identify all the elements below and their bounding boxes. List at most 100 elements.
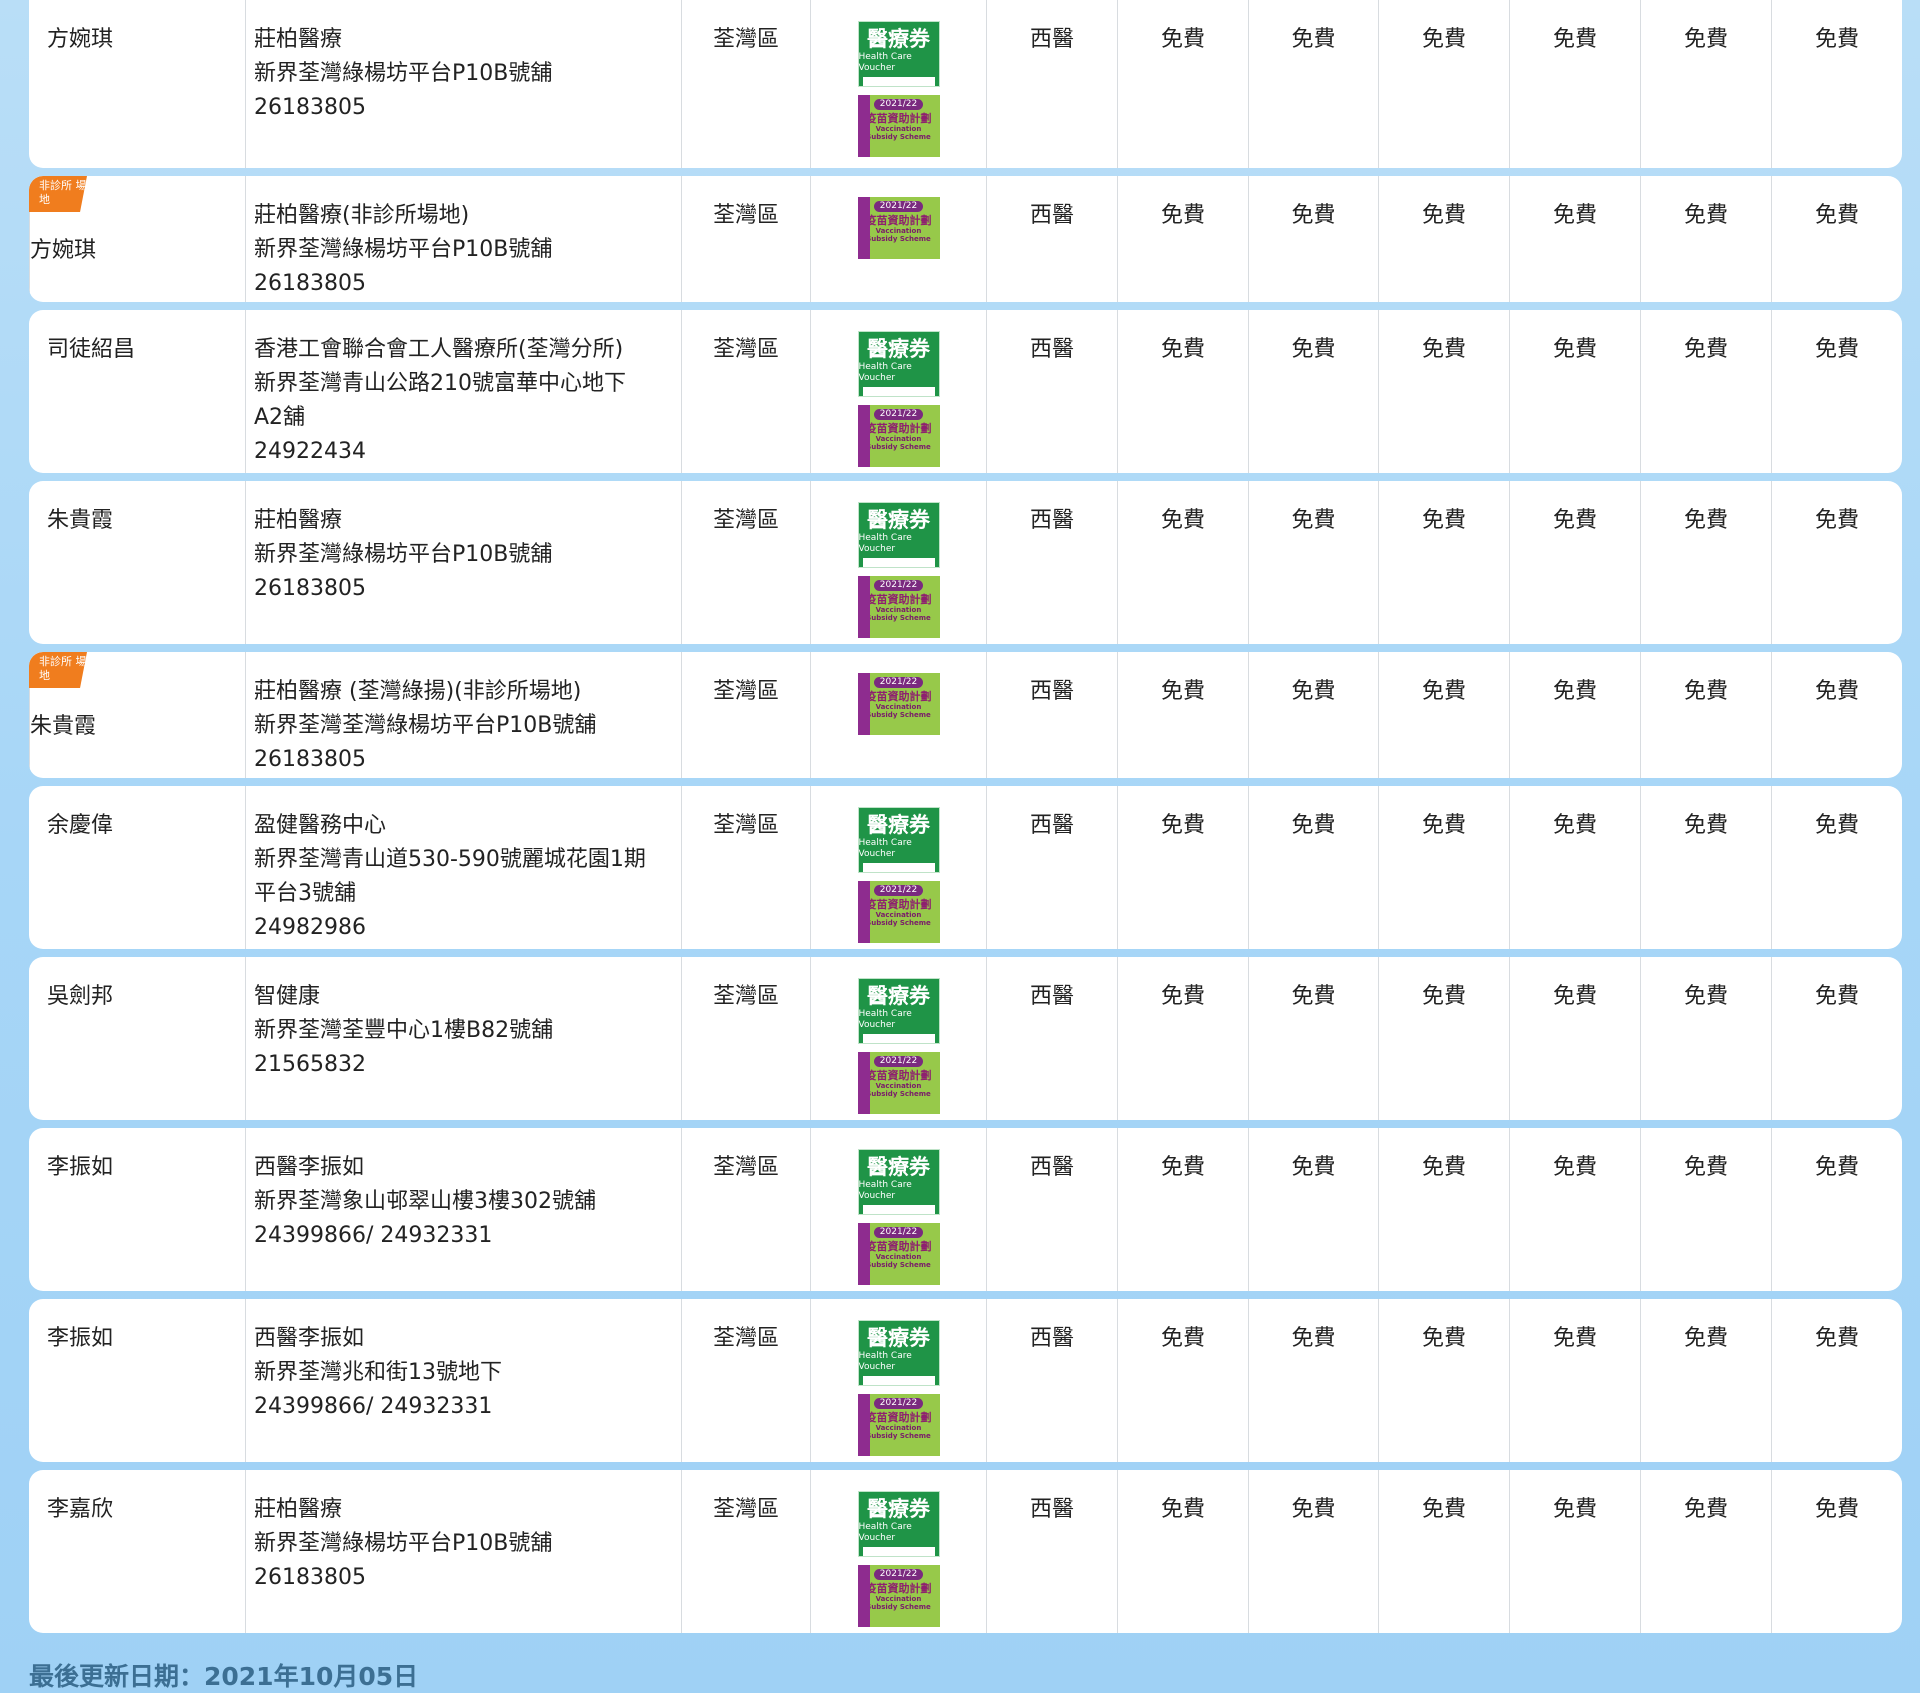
clinic-line: 西醫李振如 (254, 1155, 365, 1180)
fee-cell: 免費 (1248, 0, 1378, 168)
clinic-line: 西醫李振如 (254, 1326, 365, 1351)
hcv-strip (862, 387, 935, 396)
scheme-logos: 醫療券 Health Care Voucher 2021/22 疫苗資助計劃 Vacci… (810, 1128, 986, 1291)
vss-subtitle-1: Vaccination (875, 1424, 922, 1432)
health-care-voucher-logo: 醫療券 Health Care Voucher (857, 807, 940, 873)
clinic-line: 新界荃灣兆和街13號地下 (254, 1360, 502, 1385)
fee-cell: 免費 (1117, 1299, 1248, 1462)
vss-year: 2021/22 (873, 99, 924, 110)
vss-subtitle-2: Subsidy Scheme (866, 614, 931, 622)
fee-cell: 免費 (1248, 1128, 1378, 1291)
hcv-strip (862, 558, 935, 567)
clinic-line: 24922434 (254, 439, 366, 464)
doctor-name: 李振如 (47, 1326, 114, 1351)
vss-year: 2021/22 (873, 1569, 924, 1580)
doctor-name: 余慶偉 (47, 813, 114, 838)
clinic-info: 莊柏醫療 (荃灣綠揚)(非診所場地) 新界荃灣荃灣綠楊坊平台P10B號舖 26183… (245, 652, 681, 778)
clinic-info: 盈健醫務中心 新界荃灣青山道530-590號麗城花園1期 平台3號舖 24982986 (245, 786, 681, 949)
fee-cell: 免費 (1378, 1470, 1509, 1633)
vss-year: 2021/22 (873, 885, 924, 896)
fee-cell: 免費 (1509, 1299, 1640, 1462)
scheme-logos: 醫療券 Health Care Voucher 2021/22 疫苗資助計劃 Vacci… (810, 1470, 986, 1633)
vss-title: 疫苗資助計劃 (865, 690, 932, 703)
clinic-info: 莊柏醫療 新界荃灣綠楊坊平台P10B號舖 26183805 (245, 1470, 681, 1633)
doctor-name: 李嘉欣 (47, 1497, 114, 1522)
fee-cell: 免費 (1117, 1470, 1248, 1633)
fee-cell: 免費 (1378, 310, 1509, 473)
fee-cell: 免費 (1117, 0, 1248, 168)
vaccination-subsidy-scheme-logo: 2021/22 疫苗資助計劃 Vaccination Subsidy Scheme (857, 1052, 940, 1114)
hcv-strip (862, 1547, 935, 1556)
fee-cell: 免費 (1117, 957, 1248, 1120)
clinic-line: 26183805 (254, 576, 366, 601)
table-row: 朱貴霞 莊柏醫療 新界荃灣綠楊坊平台P10B號舖 26183805 荃灣區 醫療券 Heal… (29, 481, 1902, 644)
scheme-logos: 醫療券 Health Care Voucher 2021/22 疫苗資助計劃 Vacci… (810, 481, 986, 644)
table-row: 李振如 西醫李振如 新界荃灣象山邨翠山樓3樓302號舖 24399866/ 24932… (29, 1128, 1902, 1291)
fee-cell: 免費 (1771, 1299, 1902, 1462)
clinic-line: 26183805 (254, 271, 366, 296)
medical-type: 西醫 (986, 652, 1117, 778)
fee-cell: 免費 (1378, 652, 1509, 778)
fee-cell: 免費 (1248, 1470, 1378, 1633)
clinic-line: 智健康 (254, 984, 321, 1009)
fee-cell: 免費 (1117, 310, 1248, 473)
fee-cell: 免費 (1509, 957, 1640, 1120)
fee-cell: 免費 (1509, 652, 1640, 778)
scheme-logos: 醫療券 Health Care Voucher 2021/22 疫苗資助計劃 Vacci… (810, 957, 986, 1120)
hcv-title: 醫療券 (867, 1497, 930, 1521)
vss-title: 疫苗資助計劃 (865, 1240, 932, 1253)
vss-year: 2021/22 (873, 677, 924, 688)
hcv-subtitle: Health Care Voucher (858, 838, 912, 859)
vss-subtitle-1: Vaccination (875, 227, 922, 235)
fee-cell: 免費 (1509, 176, 1640, 302)
clinic-info: 智健康 新界荃灣荃豐中心1樓B82號舖 21565832 (245, 957, 681, 1120)
fee-cell: 免費 (1509, 481, 1640, 644)
table-row: 余慶偉 盈健醫務中心 新界荃灣青山道530-590號麗城花園1期 平台3號舖 24982… (29, 786, 1902, 949)
medical-type: 西醫 (986, 310, 1117, 473)
hcv-subtitle: Health Care Voucher (858, 533, 912, 554)
fee-cell: 免費 (1771, 786, 1902, 949)
clinic-line: 新界荃灣青山公路210號富華中心地下 (254, 371, 626, 396)
clinic-line: 莊柏醫療 (254, 27, 343, 52)
doctor-name: 朱貴霞 (47, 508, 114, 533)
medical-type: 西醫 (986, 176, 1117, 302)
table-row: 李嘉欣 莊柏醫療 新界荃灣綠楊坊平台P10B號舖 26183805 荃灣區 醫療券 Heal… (29, 1470, 1902, 1633)
vss-year: 2021/22 (873, 409, 924, 420)
fee-cell: 免費 (1378, 481, 1509, 644)
clinic-line: 24399866/ 24932331 (254, 1223, 493, 1248)
clinic-info: 香港工會聯合會工人醫療所(荃灣分所) 新界荃灣青山公路210號富華中心地下 A2舖 2… (245, 310, 681, 473)
table-row: 方婉琪 莊柏醫療 新界荃灣綠楊坊平台P10B號舖 26183805 荃灣區 醫療券 Heal… (29, 0, 1902, 168)
scheme-logos: 2021/22 疫苗資助計劃 Vaccination Subsidy Scheme (810, 652, 986, 778)
hcv-subtitle: Health Care Voucher (858, 1522, 912, 1543)
clinic-line: 新界荃灣綠楊坊平台P10B號舖 (254, 1531, 553, 1556)
hcv-title: 醫療券 (867, 27, 930, 51)
vaccination-subsidy-scheme-logo: 2021/22 疫苗資助計劃 Vaccination Subsidy Scheme (857, 197, 940, 259)
fee-cell: 免費 (1378, 176, 1509, 302)
clinic-line: 新界荃灣青山道530-590號麗城花園1期 (254, 847, 646, 872)
vss-title: 疫苗資助計劃 (865, 1411, 932, 1424)
vss-title: 疫苗資助計劃 (865, 1069, 932, 1082)
health-care-voucher-logo: 醫療券 Health Care Voucher (857, 502, 940, 568)
hcv-strip (862, 1376, 935, 1385)
table-row: 李振如 西醫李振如 新界荃灣兆和街13號地下 24399866/ 24932331 荃灣… (29, 1299, 1902, 1462)
fee-cell: 免費 (1378, 957, 1509, 1120)
vaccination-subsidy-scheme-logo: 2021/22 疫苗資助計劃 Vaccination Subsidy Scheme (857, 95, 940, 157)
medical-type: 西醫 (986, 1299, 1117, 1462)
district: 荃灣區 (681, 176, 810, 302)
vss-title: 疫苗資助計劃 (865, 214, 932, 227)
medical-type: 西醫 (986, 957, 1117, 1120)
fee-cell: 免費 (1117, 176, 1248, 302)
clinic-line: 新界荃灣荃豐中心1樓B82號舖 (254, 1018, 554, 1043)
clinic-line: 盈健醫務中心 (254, 813, 387, 838)
health-care-voucher-logo: 醫療券 Health Care Voucher (857, 1320, 940, 1386)
clinic-line: 莊柏醫療 (254, 1497, 343, 1522)
hcv-strip (862, 77, 935, 86)
fee-cell: 免費 (1248, 786, 1378, 949)
vss-year: 2021/22 (873, 580, 924, 591)
hcv-title: 醫療券 (867, 984, 930, 1008)
non-clinic-venue-badge: 非診所 場地 (29, 652, 87, 688)
table-row: 吳劍邦 智健康 新界荃灣荃豐中心1樓B82號舖 21565832 荃灣區 醫療券 Healt… (29, 957, 1902, 1120)
district: 荃灣區 (681, 1299, 810, 1462)
vss-subtitle-2: Subsidy Scheme (866, 919, 931, 927)
hcv-title: 醫療券 (867, 1326, 930, 1350)
